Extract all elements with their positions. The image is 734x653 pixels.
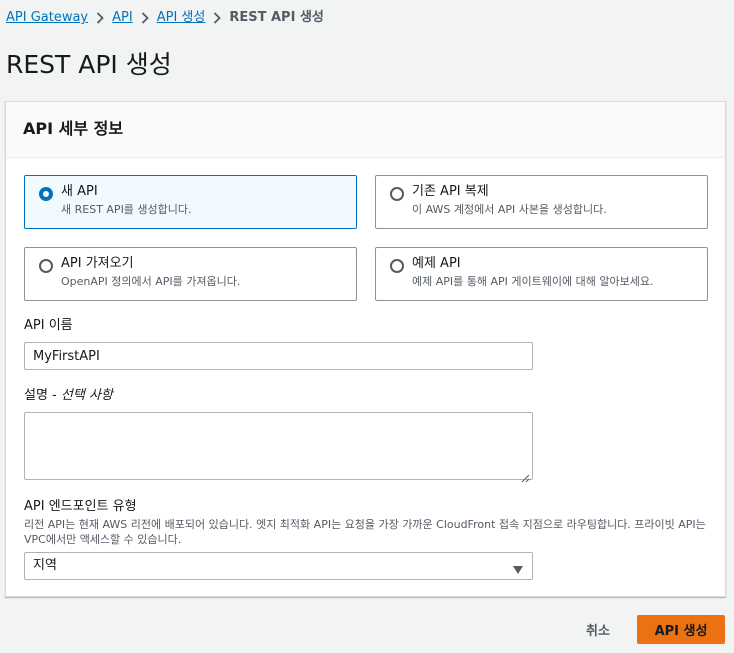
radio-import-api[interactable] — [39, 259, 53, 273]
cancel-button[interactable]: 취소 — [572, 614, 624, 644]
breadcrumb-current: REST API 생성 — [229, 10, 324, 25]
create-api-button[interactable]: API 생성 — [637, 615, 725, 644]
panel-title: API 세부 정보 — [23, 119, 124, 138]
radio-new-api[interactable] — [39, 187, 53, 201]
option-import-api[interactable]: API 가져오기 OpenAPI 정의에서 API를 가져옵니다. — [24, 247, 357, 301]
chevron-right-icon — [213, 12, 222, 24]
endpoint-type-value: 지역 — [33, 558, 57, 573]
panel-header: API 세부 정보 — [6, 102, 725, 158]
chevron-right-icon — [96, 12, 104, 24]
option-new-api[interactable]: 새 API 새 REST API를 생성합니다. — [24, 175, 357, 229]
endpoint-type-label: API 엔드포인트 유형 — [24, 499, 137, 514]
option-description: 예제 API를 통해 API 게이트웨이에 대해 알아보세요. — [412, 275, 654, 288]
endpoint-type-description: 리전 API는 현재 AWS 리전에 배포되어 있습니다. 엣지 최적화 API… — [24, 518, 706, 546]
description-label-text: 설명 - — [24, 388, 61, 403]
breadcrumb: API Gateway API API 생성 REST API 생성 — [6, 9, 324, 27]
description-label-optional: 선택 사항 — [60, 388, 113, 403]
breadcrumb-create-api[interactable]: API 생성 — [157, 9, 206, 27]
option-description: 새 REST API를 생성합니다. — [61, 203, 192, 216]
description-textarea[interactable] — [24, 412, 533, 483]
endpoint-type-select[interactable]: 지역 — [24, 552, 533, 580]
option-title: 예제 API — [412, 256, 461, 271]
option-description: 이 AWS 계정에서 API 사본을 생성합니다. — [412, 203, 607, 216]
api-name-label: API 이름 — [24, 318, 73, 333]
breadcrumb-api-gateway[interactable]: API Gateway — [6, 9, 88, 27]
option-title: 새 API — [61, 184, 98, 199]
resize-grip-icon[interactable] — [521, 468, 530, 483]
radio-example-api[interactable] — [390, 259, 404, 273]
chevron-right-icon — [141, 12, 149, 24]
api-details-panel: API 세부 정보 새 API 새 REST API를 생성합니다. 기존 AP… — [5, 101, 726, 597]
caret-down-icon — [513, 562, 523, 574]
option-title: API 가져오기 — [61, 256, 134, 271]
description-label: 설명 - 선택 사항 — [24, 387, 113, 405]
radio-clone-api[interactable] — [390, 187, 404, 201]
option-title: 기존 API 복제 — [412, 184, 489, 199]
option-example-api[interactable]: 예제 API 예제 API를 통해 API 게이트웨이에 대해 알아보세요. — [375, 247, 708, 301]
option-clone-api[interactable]: 기존 API 복제 이 AWS 계정에서 API 사본을 생성합니다. — [375, 175, 708, 229]
breadcrumb-api[interactable]: API — [112, 9, 133, 27]
page-title: REST API 생성 — [6, 50, 172, 79]
option-description: OpenAPI 정의에서 API를 가져옵니다. — [61, 275, 241, 288]
api-name-input[interactable] — [24, 342, 533, 370]
